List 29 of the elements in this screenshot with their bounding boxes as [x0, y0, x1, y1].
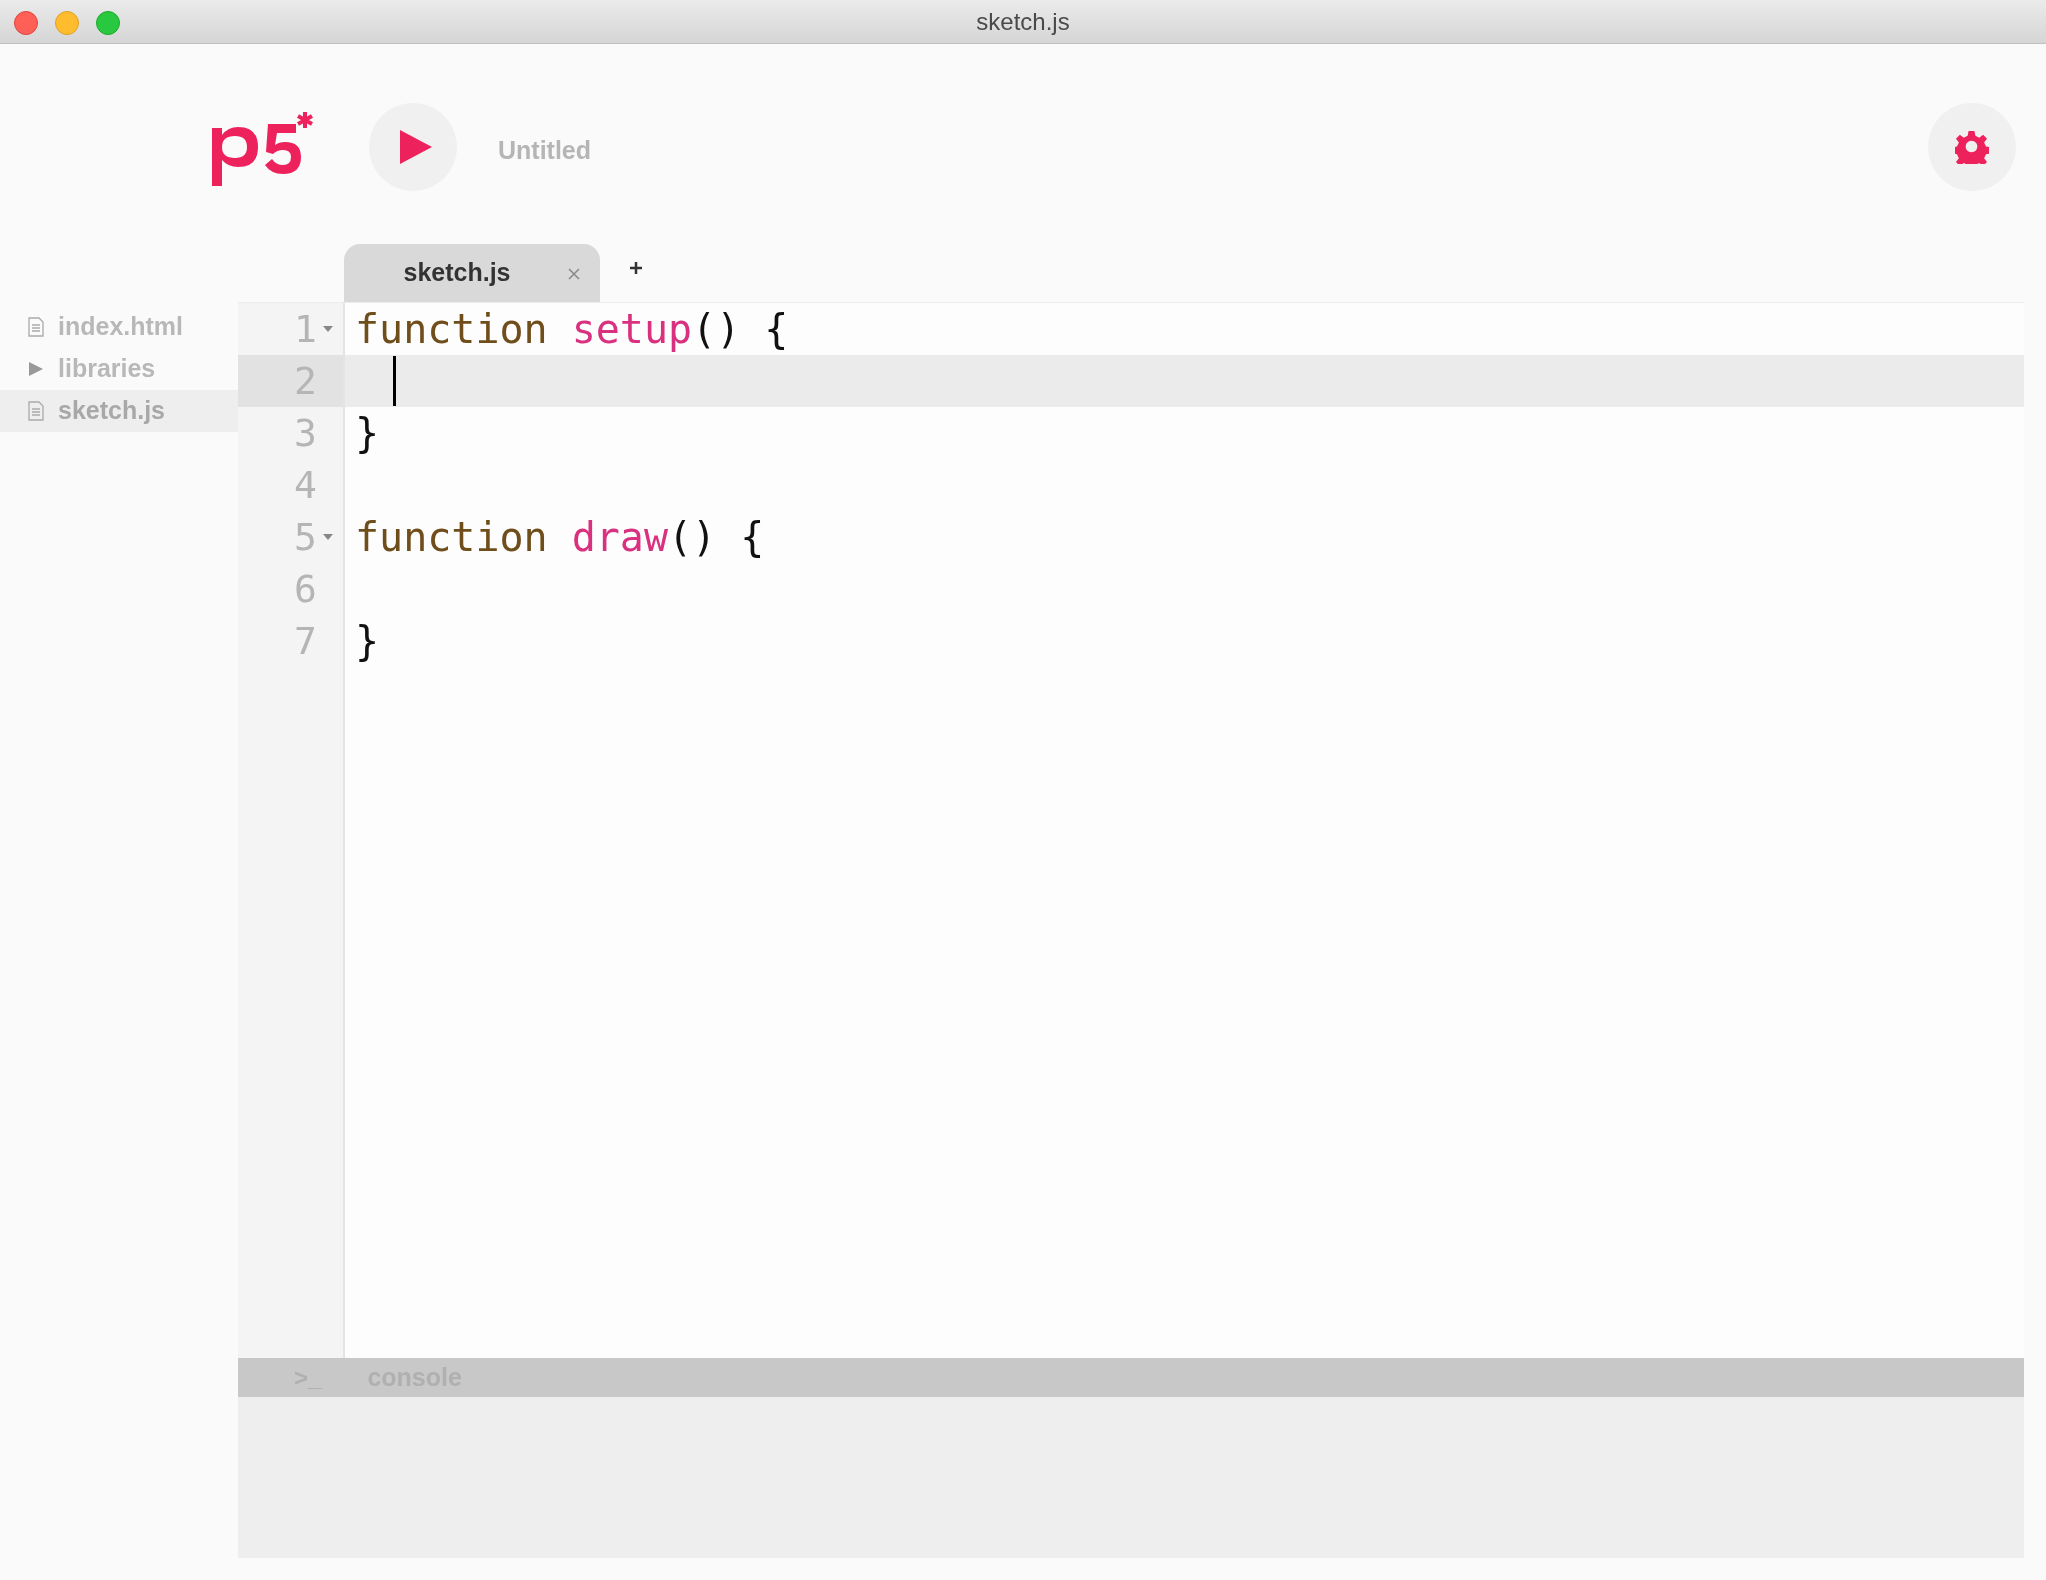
project-name[interactable]: Untitled: [498, 132, 592, 170]
zoom-button[interactable]: [96, 11, 120, 35]
line-number: 5: [294, 513, 317, 561]
line-number: 3: [294, 409, 317, 457]
code-line: function setup() {: [355, 305, 789, 354]
code-line: }: [355, 617, 380, 666]
triangle-icon: [28, 361, 44, 377]
console-prompt: >_: [294, 1362, 322, 1393]
close-button[interactable]: [14, 11, 38, 35]
minimize-button[interactable]: [55, 11, 79, 35]
line-number: 4: [294, 461, 317, 509]
line-number: 6: [294, 565, 317, 613]
file-icon: [28, 317, 44, 337]
add-tab-icon[interactable]: [629, 261, 643, 275]
file-icon: [28, 401, 44, 421]
file-tab[interactable]: sketch.js: [344, 244, 600, 302]
close-icon[interactable]: [568, 268, 580, 280]
window-title: sketch.js: [976, 6, 1070, 37]
settings-icon: [1955, 130, 1989, 164]
fold-arrow-icon[interactable]: [323, 534, 333, 540]
code-line: function draw() {: [355, 513, 765, 562]
file-tree-item[interactable]: index.html: [0, 306, 238, 348]
file-tree-item[interactable]: libraries: [0, 348, 238, 390]
line-number: 7: [294, 617, 317, 665]
file-tree-item[interactable]: sketch.js: [0, 390, 238, 432]
line-number: 1: [294, 305, 317, 353]
play-icon: [398, 129, 434, 165]
code-line: }: [355, 409, 380, 458]
fold-arrow-icon[interactable]: [323, 326, 333, 332]
